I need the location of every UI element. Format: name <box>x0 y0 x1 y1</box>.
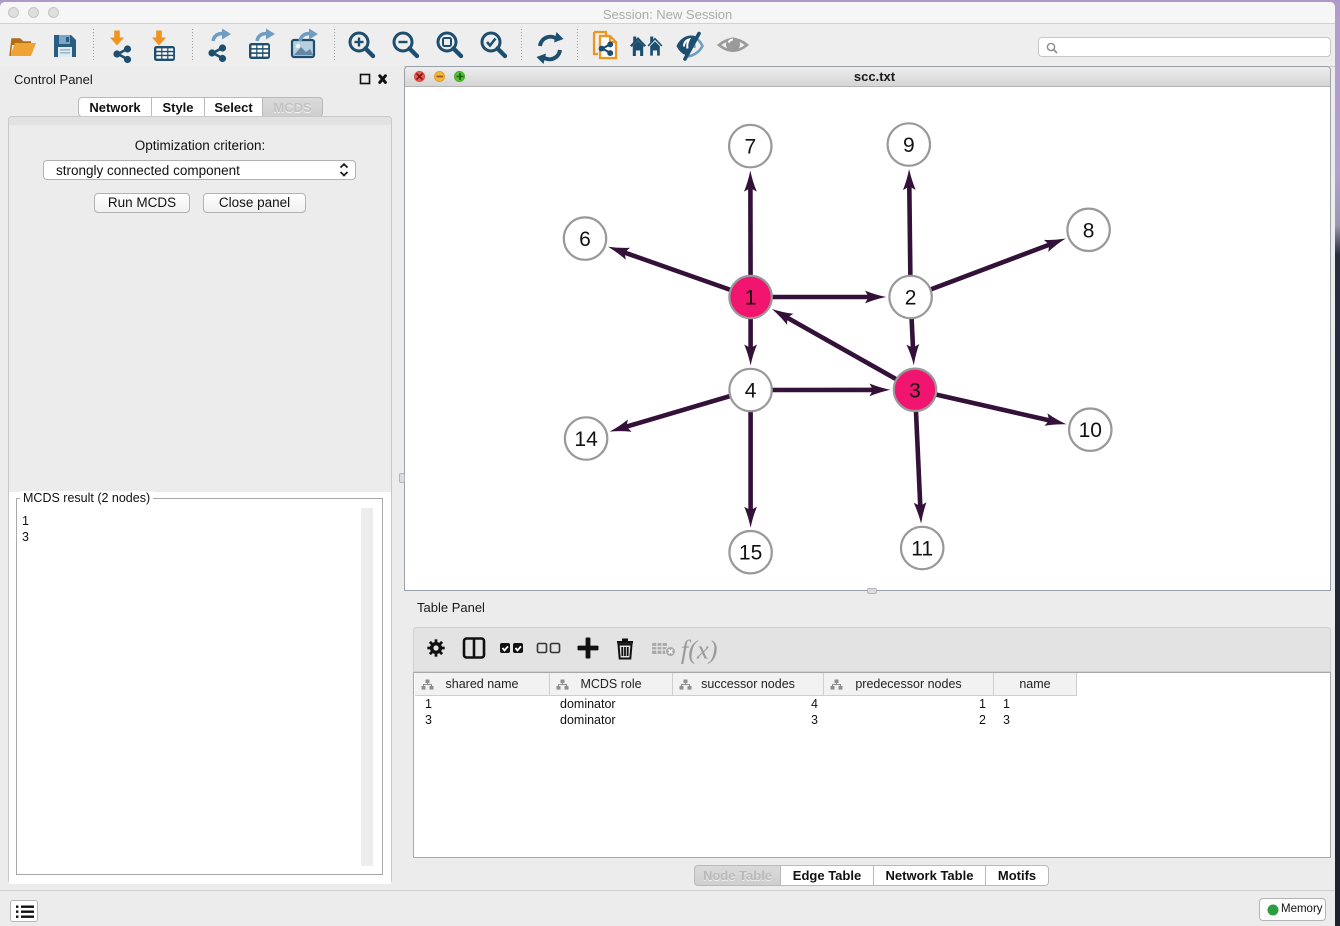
svg-text:14: 14 <box>574 428 598 451</box>
svg-text:1: 1 <box>745 287 757 310</box>
svg-text:15: 15 <box>739 542 762 565</box>
svg-text:f(x): f(x) <box>681 634 718 664</box>
svg-text:8: 8 <box>1083 219 1095 242</box>
svg-text:3: 3 <box>909 379 921 402</box>
svg-text:11: 11 <box>911 538 933 561</box>
svg-text:4: 4 <box>745 380 757 403</box>
svg-text:2: 2 <box>905 287 917 310</box>
svg-text:9: 9 <box>903 134 915 157</box>
svg-text:10: 10 <box>1079 419 1102 442</box>
svg-text:6: 6 <box>579 228 591 251</box>
svg-text:7: 7 <box>744 136 756 159</box>
